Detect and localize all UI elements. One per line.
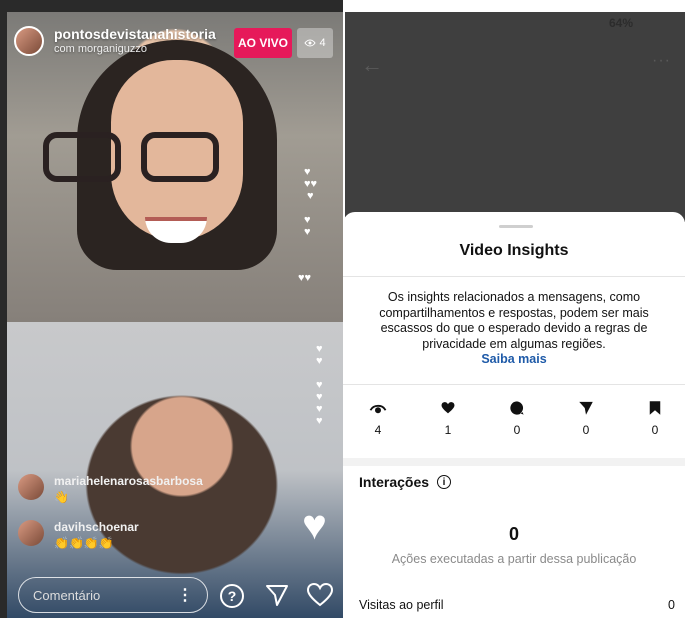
floating-hearts: ♥ ♥♥ ♥ ♥ ♥ [304,166,318,238]
comment-text: 👏👏👏👏 [54,536,114,550]
interactions-heading: Interações i [359,474,452,490]
profile-visits-value: 0 [668,598,675,612]
host-subtitle: com morganiguzzo [54,43,147,55]
stat-value: 4 [374,423,382,437]
info-icon[interactable]: i [437,475,452,489]
sheet-title: Video Insights [459,242,569,259]
divider [343,384,685,385]
stat-value: 1 [444,423,452,437]
viewer-count: 4 [319,37,326,49]
stat-value: 0 [651,423,659,437]
stat-views: 4 [358,398,398,437]
host-avatar[interactable] [14,26,44,56]
stat-value: 0 [582,423,590,437]
comment-avatar[interactable] [18,520,44,546]
heart-icon[interactable] [306,582,334,608]
comment-placeholder: Comentário [33,587,101,603]
host-username[interactable]: pontosdevistanahistoria [54,26,216,42]
stats-row: 4 1 0 0 0 [343,398,685,458]
live-badge: AO VIVO [234,28,292,58]
floating-hearts-2: ♥♥ [298,272,312,284]
interactions-caption: Ações executadas a partir dessa publicaç… [391,552,637,566]
comment-icon [510,401,524,415]
live-stream-panel: pontosdevistanahistoria com morganiguzzo… [0,0,343,618]
battery-status: 64% [608,16,633,30]
privacy-notice-text: Os insights relacionados a mensagens, co… [379,290,649,351]
comment-item: mariahelenarosasbarbosa 👋 [18,474,203,504]
host-glasses [43,132,223,184]
send-icon[interactable] [264,582,290,608]
comment-item: davihschoenar 👏👏👏👏 [18,520,139,550]
guest-video [7,322,343,618]
send-icon [579,401,593,415]
dimmed-background [345,12,685,222]
profile-visits-label: Visitas ao perfil [359,598,444,612]
comment-username[interactable]: mariahelenarosasbarbosa [54,474,203,488]
more-icon[interactable]: ⋮ [177,585,193,605]
interactions-value: 0 [508,524,519,544]
stat-saves: 0 [635,398,675,437]
insights-panel: 64% ← ··· Video Insights Os insights rel… [343,0,685,618]
host-video [7,12,343,322]
like-burst-heart-icon: ♥ [302,501,327,548]
heart-icon [441,402,455,414]
floating-hearts-3: ♥ ♥ ♥ ♥ ♥ ♥ [316,343,323,427]
learn-more-link[interactable]: Saiba mais [363,352,665,368]
more-options-icon[interactable]: ··· [652,52,671,70]
back-arrow-icon[interactable]: ← [361,52,383,78]
stat-shares: 0 [566,398,606,437]
eye-icon [304,39,317,47]
stat-likes: 1 [428,398,468,437]
privacy-notice: Os insights relacionados a mensagens, co… [363,290,665,368]
insights-sheet: Video Insights Os insights relacionados … [343,212,685,618]
eye-icon [369,404,387,414]
svg-text:?: ? [228,588,237,604]
stat-comments: 0 [497,398,537,437]
divider [343,276,685,277]
bookmark-icon [649,401,661,415]
comment-text: 👋 [54,490,69,504]
comment-input[interactable]: Comentário ⋮ [18,577,208,613]
live-header: pontosdevistanahistoria com morganiguzzo [14,26,216,56]
viewer-count-badge[interactable]: 4 [297,28,333,58]
comment-avatar[interactable] [18,474,44,500]
stat-value: 0 [513,423,521,437]
section-divider [343,458,685,466]
interactions-label: Interações [359,474,430,490]
sheet-handle[interactable] [499,225,533,228]
question-icon[interactable]: ? [218,582,246,610]
comment-username[interactable]: davihschoenar [54,520,139,534]
